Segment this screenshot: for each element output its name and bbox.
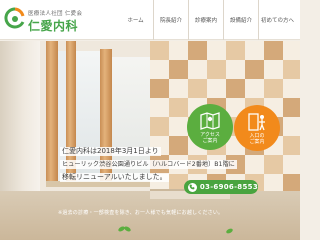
notice-line-2: ヒューリック渋谷公園通りビル（ハルコバード2番地）B1階に	[60, 160, 237, 169]
access-guide-label: アクセス ご案内	[200, 131, 220, 144]
notice-line-1: 仁愛内科は2018年3月1日より	[60, 147, 161, 156]
hero-section: アクセス ご案内 入口の ご案内 仁愛内科は2018年3月1日より ヒューリック…	[0, 41, 300, 240]
phone-number: 03-6906-8553	[199, 183, 258, 191]
nav-item-medical-info[interactable]: 診療案内	[188, 0, 223, 40]
phone-icon	[188, 182, 197, 192]
site-header: 医療法人社団 仁愛会 仁愛内科 ホーム 院長紹介 診療案内 設備紹介 初めての方…	[0, 0, 300, 40]
phone-button[interactable]: 03-6906-8553	[184, 180, 258, 194]
access-guide-button[interactable]: アクセス ご案内	[187, 104, 233, 150]
nav-item-home[interactable]: ホーム	[118, 0, 153, 40]
clinic-name: 仁愛内科	[28, 19, 79, 33]
clinic-logo-mark-icon	[4, 7, 25, 29]
nav-item-first-visit[interactable]: 初めての方へ	[258, 0, 296, 40]
wood-pillar	[46, 41, 58, 181]
notice-line-3: 移転リニューアルいたしました。	[60, 173, 169, 182]
nav-item-director[interactable]: 院長紹介	[153, 0, 188, 40]
org-name: 医療法人社団 仁愛会	[28, 11, 83, 17]
entrance-guide-label: 入口の ご案内	[249, 132, 265, 145]
main-nav: ホーム 院長紹介 診療案内 設備紹介 初めての方へ	[118, 0, 296, 40]
entrance-guide-button[interactable]: 入口の ご案内	[234, 105, 280, 151]
hero-note: ※過去の診療・一部検査を除き、お一人様でも気軽にお越しください。	[58, 210, 224, 216]
map-icon	[200, 111, 220, 130]
clinic-logo[interactable]: 医療法人社団 仁愛会 仁愛内科	[4, 6, 124, 36]
nav-item-facilities[interactable]: 設備紹介	[223, 0, 258, 40]
door-person-icon	[248, 112, 265, 131]
